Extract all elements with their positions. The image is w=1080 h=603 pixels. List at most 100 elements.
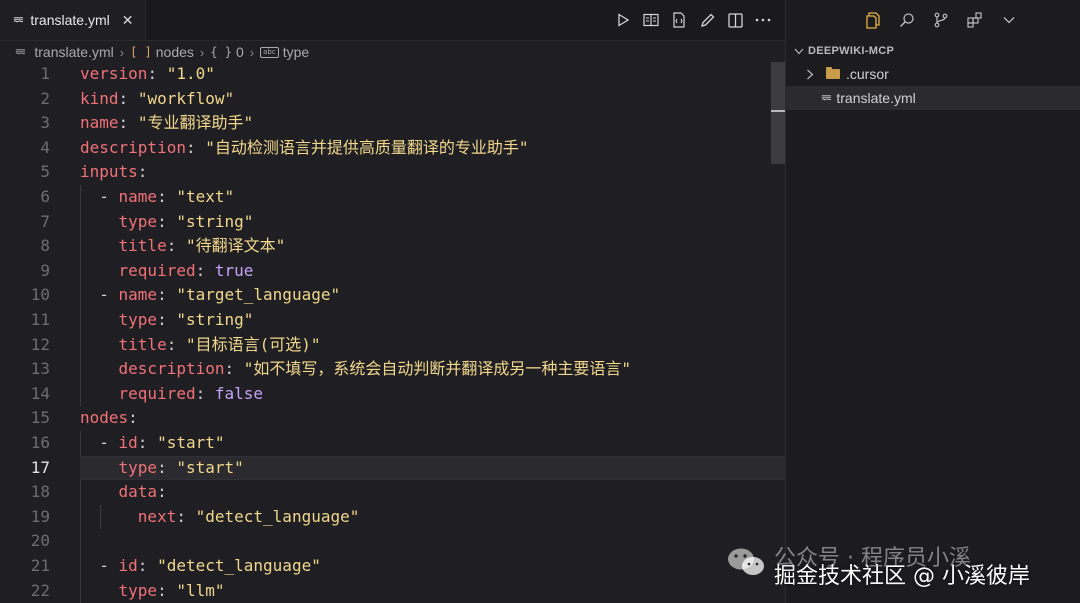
tab-translate-yml[interactable]: ⩳⩳ translate.yml ✕ (0, 0, 147, 40)
open-changes-icon[interactable] (671, 12, 687, 28)
line-number: 12 (30, 334, 50, 354)
code-line[interactable]: 3 name: "专业翻译助手" (0, 111, 785, 136)
code-line[interactable]: 9 required: true (0, 259, 785, 284)
chevron-right-icon: › (199, 44, 205, 60)
preview-icon[interactable] (643, 12, 659, 28)
line-number: 3 (40, 113, 50, 133)
tree-item-cursor-folder[interactable]: .cursor (786, 62, 1080, 86)
code-line[interactable]: 20 (0, 529, 785, 554)
code-line[interactable]: 11 type: "string" (0, 308, 785, 333)
yaml-file-icon: ⩳⩳ (15, 47, 26, 56)
code-text: - id: "detect_language" (99, 556, 321, 575)
code-line[interactable]: 10 - name: "target_language" (0, 283, 785, 308)
line-number: 15 (30, 408, 50, 428)
split-editor-icon[interactable] (727, 12, 743, 28)
code-text: data: (118, 482, 167, 502)
code-line[interactable]: 14 required: false (0, 382, 785, 407)
line-number: 17 (30, 457, 50, 477)
line-number: 18 (30, 482, 50, 502)
code-line[interactable]: 1 version: "1.0" (0, 62, 785, 87)
code-line[interactable]: 4 description: "自动检测语言并提供高质量翻译的专业助手" (0, 136, 785, 161)
yaml-file-icon: ⩳⩳ (821, 93, 832, 102)
chevron-down-icon[interactable] (1000, 11, 1018, 29)
panel-toolbar (786, 0, 1080, 40)
code-text: name: "专业翻译助手" (80, 113, 254, 133)
tab-bar: ⩳⩳ translate.yml ✕ (0, 0, 785, 41)
code-text: required: false (118, 383, 264, 403)
more-actions-icon[interactable] (755, 12, 771, 28)
array-icon: [ ] (130, 45, 152, 59)
line-number: 11 (30, 310, 50, 329)
code-text: title: "目标语言(可选)" (118, 334, 321, 354)
line-number: 2 (40, 88, 50, 108)
code-line[interactable]: 2 kind: "workflow" (0, 87, 785, 112)
code-text: - name: "target_language" (99, 285, 341, 305)
line-number: 13 (30, 359, 50, 379)
line-number: 4 (40, 137, 50, 157)
code-text: version: "1.0" (80, 64, 215, 83)
chevron-right-icon (807, 69, 814, 79)
code-text: kind: "workflow" (80, 88, 235, 108)
breadcrumb-file[interactable]: translate.yml (34, 44, 113, 60)
code-line[interactable]: 8 title: "待翻译文本" (0, 234, 785, 259)
breadcrumb-nodes[interactable]: nodes (156, 44, 194, 60)
code-line[interactable]: 18 data: (0, 480, 785, 505)
tree-item-translate-yml[interactable]: ⩳⩳ translate.yml (786, 86, 1080, 110)
run-icon[interactable] (615, 12, 631, 28)
source-control-icon[interactable] (932, 11, 950, 29)
chevron-down-icon (794, 48, 804, 54)
code-line[interactable]: 15 nodes: (0, 406, 785, 431)
search-icon[interactable] (898, 11, 916, 29)
code-line[interactable]: 5 inputs: (0, 160, 785, 185)
code-line[interactable]: 12 title: "目标语言(可选)" (0, 333, 785, 358)
line-number: 6 (40, 187, 50, 206)
code-line[interactable]: 21 - id: "detect_language" (0, 554, 785, 579)
tree-item-label: .cursor (846, 66, 889, 82)
code-text: description: "如不填写，系统会自动判断并翻译成另一种主要语言" (118, 359, 632, 379)
chevron-right-icon: › (119, 44, 125, 60)
line-number: 10 (30, 285, 50, 305)
code-line[interactable]: 16 - id: "start" (0, 431, 785, 456)
code-text: nodes: (80, 408, 138, 428)
explorer-panel: DEEPWIKI-MCP .cursor ⩳⩳ translate.yml (786, 0, 1080, 603)
code-line[interactable]: 7 type: "string" (0, 210, 785, 235)
code-text: required: true (118, 260, 254, 280)
line-number: 16 (30, 433, 50, 452)
code-text: - name: "text" (99, 187, 235, 206)
breadcrumb-index[interactable]: 0 (236, 44, 244, 60)
vscode-window: ⩳⩳ translate.yml ✕ ⩳⩳ translate.yml › [… (0, 0, 1080, 603)
line-number: 21 (30, 556, 50, 575)
code-line[interactable]: 19 next: "detect_language" (0, 505, 785, 530)
line-number: 1 (40, 64, 50, 83)
explorer-project-header[interactable]: DEEPWIKI-MCP (786, 40, 1080, 62)
chevron-right-icon: › (249, 44, 255, 60)
vertical-scrollbar[interactable] (771, 62, 785, 603)
breadcrumb-type[interactable]: type (283, 44, 309, 60)
line-number: 7 (40, 211, 50, 231)
code-line[interactable]: 22 type: "llm" (0, 579, 785, 603)
editor-group: ⩳⩳ translate.yml ✕ ⩳⩳ translate.yml › [… (0, 0, 786, 603)
explorer-icon[interactable] (864, 11, 882, 29)
close-icon[interactable]: ✕ (122, 12, 134, 29)
code-text: description: "自动检测语言并提供高质量翻译的专业助手" (80, 137, 529, 157)
breadcrumb: ⩳⩳ translate.yml › [ ] nodes › { } 0 › a… (0, 41, 785, 63)
code-line[interactable]: 13 description: "如不填写，系统会自动判断并翻译成另一种主要语言… (0, 357, 785, 382)
tree-item-label: translate.yml (836, 90, 916, 106)
editor-actions (615, 0, 771, 40)
code-text: title: "待翻译文本" (118, 236, 286, 256)
code-text: - id: "start" (99, 433, 225, 452)
code-text: next: "detect_language" (137, 506, 360, 526)
scrollbar-thumb[interactable] (771, 62, 785, 164)
project-name: DEEPWIKI-MCP (808, 45, 895, 57)
line-number: 14 (30, 383, 50, 403)
code-line[interactable]: 6 - name: "text" (0, 185, 785, 210)
line-number: 20 (30, 531, 50, 551)
line-number: 22 (30, 580, 50, 600)
line-number: 9 (40, 260, 50, 280)
code-line[interactable]: 17 type: "start" (0, 455, 785, 481)
code-area[interactable]: 1 version: "1.0" 2 kind: "workflow" 3 name: "… (0, 62, 785, 603)
edit-icon[interactable] (699, 12, 715, 28)
code-text: type: "start" (118, 457, 244, 477)
extensions-icon[interactable] (966, 11, 984, 29)
code-text: inputs: (80, 162, 148, 182)
